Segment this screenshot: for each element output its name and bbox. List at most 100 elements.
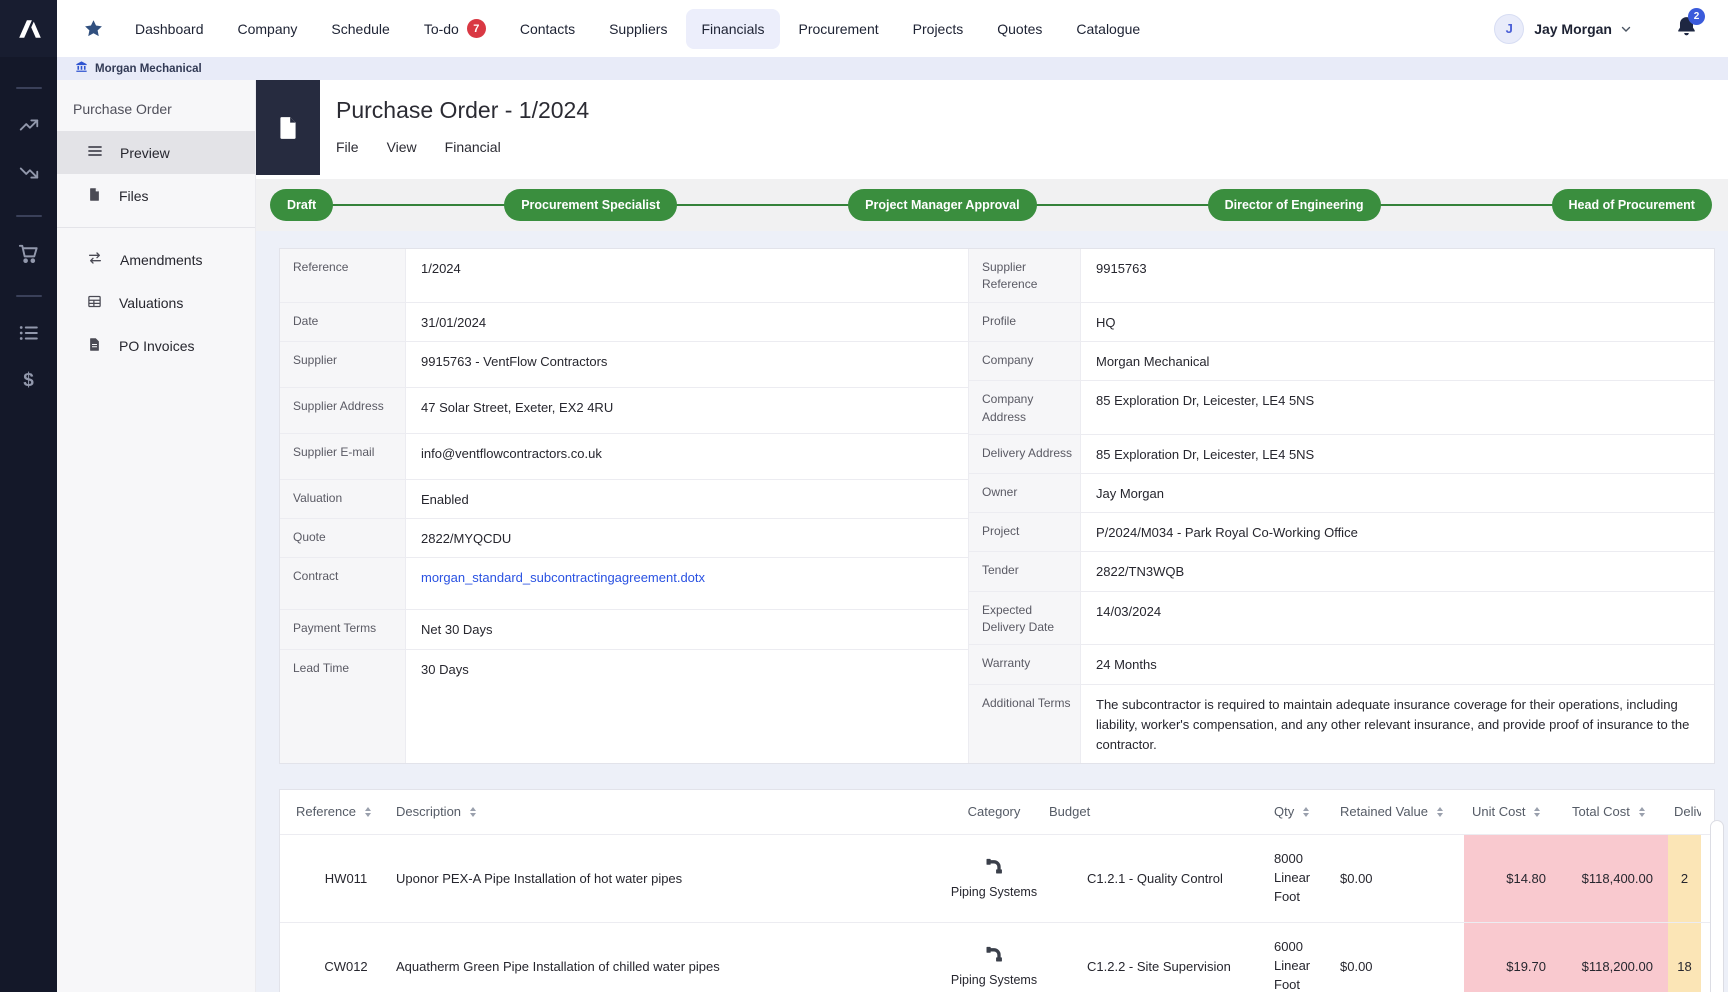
sort-icon[interactable] <box>1437 807 1443 818</box>
detail-row: Company Address 85 Exploration Dr, Leice… <box>969 381 1714 435</box>
column-header[interactable]: Unit Cost <box>1464 804 1568 819</box>
column-header[interactable]: Budget <box>1049 804 1259 819</box>
sidebar-item-label: Files <box>119 188 149 204</box>
star-icon[interactable] <box>83 18 104 39</box>
nav-item[interactable]: Procurement <box>784 9 894 49</box>
invoice-icon <box>87 337 102 355</box>
detail-row: Supplier Address 47 Solar Street, Exeter… <box>280 388 968 434</box>
doc-menubar: File View Financial <box>336 139 589 155</box>
logo-icon[interactable] <box>0 0 57 57</box>
workflow-stage-pill[interactable]: Head of Procurement <box>1552 189 1712 221</box>
cell-delivered: 18 <box>1668 923 1701 992</box>
column-header[interactable]: Reference <box>296 804 396 819</box>
user-area: J Jay Morgan 2 <box>1494 14 1698 44</box>
nav-item-label: To-do <box>424 21 459 37</box>
workflow-stage-pill[interactable]: Director of Engineering <box>1208 189 1381 221</box>
detail-row: Lead Time 30 Days <box>280 650 968 763</box>
nav-item[interactable]: Projects <box>898 9 979 49</box>
detail-label: Quote <box>280 519 406 557</box>
column-header-label: Description <box>396 804 461 819</box>
column-header[interactable]: Deliv <box>1668 804 1701 819</box>
sort-icon[interactable] <box>1303 807 1309 818</box>
cell-total-cost: $118,200.00 <box>1568 923 1668 992</box>
cart-icon[interactable] <box>17 241 41 265</box>
bank-icon <box>75 60 88 78</box>
detail-label: Company <box>969 342 1081 380</box>
nav-item[interactable]: To-do 7 <box>409 7 501 50</box>
dollar-icon[interactable]: $ <box>17 369 41 393</box>
nav-item[interactable]: Catalogue <box>1061 9 1155 49</box>
column-header[interactable]: Retained Value <box>1334 804 1464 819</box>
detail-row: Project P/2024/M034 - Park Royal Co-Work… <box>969 513 1714 552</box>
nav-item-label: Procurement <box>799 21 879 37</box>
menu-financial[interactable]: Financial <box>445 139 501 155</box>
sidebar: Purchase Order Preview Files <box>57 80 256 992</box>
column-header[interactable]: Description <box>396 804 939 819</box>
sidebar-item-po-invoices[interactable]: PO Invoices <box>57 324 255 367</box>
detail-row: Delivery Address 85 Exploration Dr, Leic… <box>969 435 1714 474</box>
sidebar-item-label: Preview <box>120 145 170 161</box>
nav-item-label: Financials <box>701 21 764 37</box>
trend-up-icon[interactable] <box>17 113 41 137</box>
detail-label: Supplier E-mail <box>280 434 406 479</box>
sidebar-item-valuations[interactable]: Valuations <box>57 281 255 324</box>
detail-label: Supplier Address <box>280 388 406 433</box>
bell-icon[interactable]: 2 <box>1675 15 1698 43</box>
nav-item[interactable]: Suppliers <box>594 9 682 49</box>
doc-header: Purchase Order - 1/2024 File View Financ… <box>256 80 1728 179</box>
sort-icon[interactable] <box>1534 807 1540 818</box>
detail-value: 47 Solar Street, Exeter, EX2 4RU <box>406 388 968 433</box>
sort-icon[interactable] <box>470 807 476 818</box>
todo-count-badge: 7 <box>467 19 486 38</box>
menu-file[interactable]: File <box>336 139 359 155</box>
sidebar-item-label: Valuations <box>119 295 183 311</box>
line-items-header: Reference Description Category Budget Qt… <box>280 790 1714 834</box>
sidebar-item-amendments[interactable]: Amendments <box>57 238 255 281</box>
sort-icon[interactable] <box>365 807 371 818</box>
column-header[interactable]: Category <box>939 804 1049 819</box>
detail-label: Reference <box>280 249 406 302</box>
line-items-body: HW011 Uponor PEX-A Pipe Installation of … <box>280 834 1714 992</box>
cell-reference: CW012 <box>296 923 396 992</box>
column-header-label: Reference <box>296 804 356 819</box>
sidebar-item-files[interactable]: Files <box>57 174 255 217</box>
detail-row: Reference 1/2024 <box>280 249 968 303</box>
column-header-label: Total Cost <box>1572 804 1630 819</box>
nav-item[interactable]: Dashboard <box>120 9 219 49</box>
rail-icon-group: $ <box>0 57 57 393</box>
breadcrumb-company[interactable]: Morgan Mechanical <box>95 63 202 75</box>
sidebar-item-label: PO Invoices <box>119 338 194 354</box>
detail-value: 24 Months <box>1081 645 1714 683</box>
details-left: Reference 1/2024 Date 31/01/2024 Supplie… <box>280 249 969 763</box>
workflow-stage-pill[interactable]: Procurement Specialist <box>504 189 677 221</box>
trend-down-icon[interactable] <box>17 161 41 185</box>
cell-description: Aquatherm Green Pipe Installation of chi… <box>396 923 939 992</box>
column-header[interactable]: Qty <box>1259 804 1334 819</box>
table-row[interactable]: CW012 Aquatherm Green Pipe Installation … <box>280 922 1714 992</box>
detail-label: Lead Time <box>280 650 406 763</box>
chevron-down-icon[interactable] <box>1619 22 1633 36</box>
column-header[interactable]: Total Cost <box>1568 804 1668 819</box>
avatar[interactable]: J <box>1494 14 1524 44</box>
sort-icon[interactable] <box>1639 807 1645 818</box>
swap-arrows-icon <box>87 250 103 269</box>
vertical-scrollbar[interactable] <box>1710 820 1724 992</box>
nav-item[interactable]: Schedule <box>316 9 404 49</box>
workflow-stage-pill[interactable]: Draft <box>270 189 333 221</box>
detail-row: Supplier Reference 9915763 <box>969 249 1714 303</box>
nav-item[interactable]: Company <box>223 9 313 49</box>
nav-item-label: Catalogue <box>1076 21 1140 37</box>
nav-item[interactable]: Quotes <box>982 9 1057 49</box>
detail-row: Supplier 9915763 - VentFlow Contractors <box>280 342 968 388</box>
nav-item[interactable]: Contacts <box>505 9 590 49</box>
user-name[interactable]: Jay Morgan <box>1534 21 1612 37</box>
table-row[interactable]: HW011 Uponor PEX-A Pipe Installation of … <box>280 834 1714 922</box>
menu-view[interactable]: View <box>387 139 417 155</box>
sidebar-item-preview[interactable]: Preview <box>57 131 255 174</box>
workflow-stage-pill[interactable]: Project Manager Approval <box>848 189 1036 221</box>
nav-item[interactable]: Financials <box>686 9 779 49</box>
workflow-bar: Draft Procurement Specialist Project Man… <box>256 179 1728 231</box>
list-icon[interactable] <box>17 321 41 345</box>
detail-label: Supplier <box>280 342 406 387</box>
detail-row: Warranty 24 Months <box>969 645 1714 684</box>
